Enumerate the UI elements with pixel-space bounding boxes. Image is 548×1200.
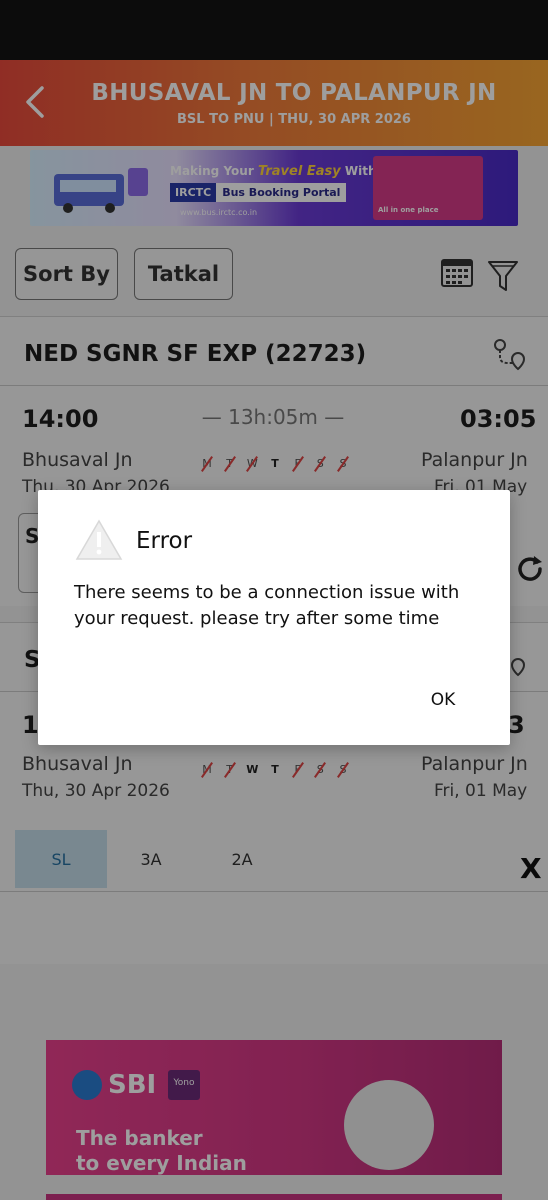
warning-icon (75, 519, 123, 560)
dialog-title: Error (136, 528, 193, 554)
dialog-message: There seems to be a connection issue wit… (74, 582, 460, 629)
ok-button[interactable]: OK (418, 684, 468, 716)
error-dialog: Error There seems to be a connection iss… (38, 490, 510, 745)
